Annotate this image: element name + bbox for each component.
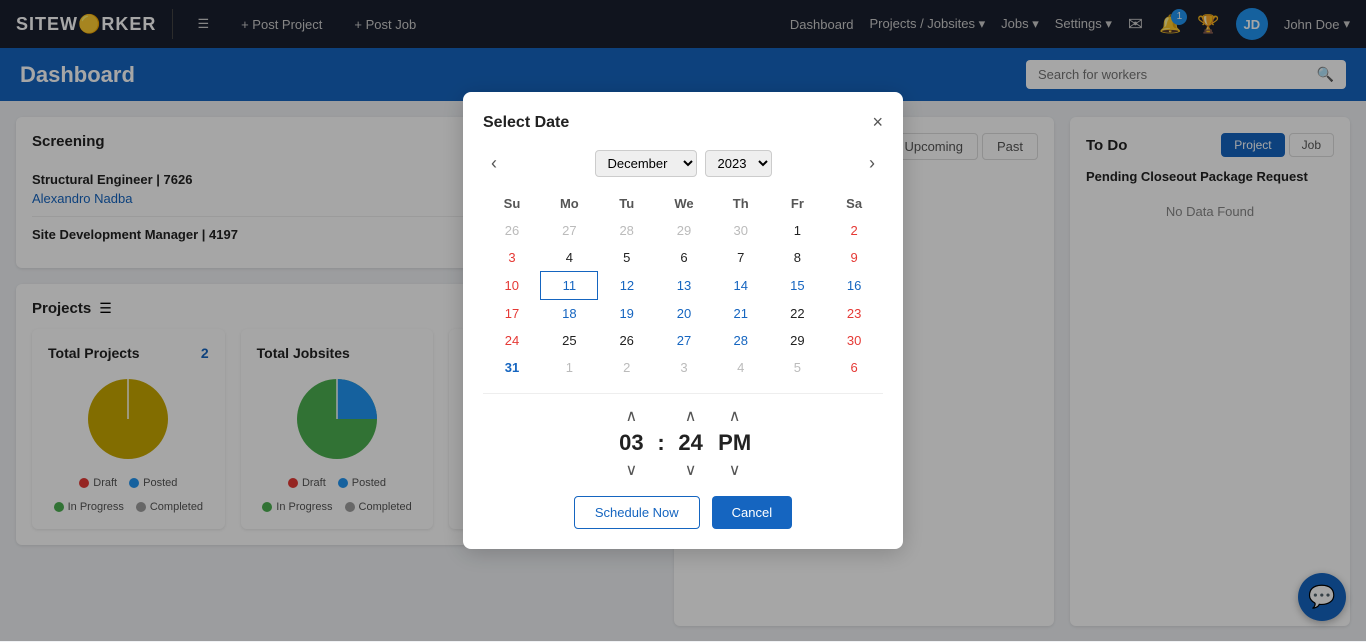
cal-day[interactable]: 26 (483, 217, 541, 244)
cal-day[interactable]: 1 (769, 217, 826, 244)
cal-day[interactable]: 28 (712, 327, 769, 354)
hours-down-button[interactable]: ∨ (625, 460, 637, 480)
cal-day[interactable]: 5 (769, 354, 826, 381)
year-select[interactable]: 20202021202220232024 (705, 150, 772, 177)
cal-day[interactable]: 21 (712, 300, 769, 328)
cal-day[interactable]: 2 (826, 217, 883, 244)
cal-day[interactable]: 4 (541, 244, 598, 272)
cal-day[interactable]: 15 (769, 272, 826, 300)
modal-overlay[interactable]: Select Date × ‹ JanuaryFebruaryMarchApri… (0, 0, 1366, 641)
minutes-down-button[interactable]: ∨ (685, 460, 697, 480)
cancel-button[interactable]: Cancel (712, 496, 792, 529)
cal-day[interactable]: 27 (541, 217, 598, 244)
day-header-su: Su (483, 190, 541, 217)
cal-day[interactable]: 29 (769, 327, 826, 354)
cal-day-today[interactable]: 11 (541, 272, 598, 300)
calendar-week-6: 31 1 2 3 4 5 6 (483, 354, 883, 381)
cal-day[interactable]: 20 (656, 300, 713, 328)
calendar-week-5: 24 25 26 27 28 29 30 (483, 327, 883, 354)
cal-day[interactable]: 24 (483, 327, 541, 354)
calendar-week-3: 10 11 12 13 14 15 16 (483, 272, 883, 300)
cal-day[interactable]: 10 (483, 272, 541, 300)
cal-day[interactable]: 25 (541, 327, 598, 354)
cal-day[interactable]: 28 (598, 217, 656, 244)
cal-day[interactable]: 6 (656, 244, 713, 272)
calendar-week-1: 26 27 28 29 30 1 2 (483, 217, 883, 244)
date-picker-modal: Select Date × ‹ JanuaryFebruaryMarchApri… (463, 92, 903, 549)
period-up-button[interactable]: ∧ (729, 406, 741, 426)
time-colon: : (657, 430, 664, 456)
day-header-sa: Sa (826, 190, 883, 217)
calendar-week-2: 3 4 5 6 7 8 9 (483, 244, 883, 272)
cal-day[interactable]: 7 (712, 244, 769, 272)
modal-footer: Schedule Now Cancel (483, 496, 883, 529)
hours-up-button[interactable]: ∧ (625, 406, 637, 426)
modal-close-button[interactable]: × (872, 112, 883, 133)
cal-day[interactable]: 29 (656, 217, 713, 244)
period-down-button[interactable]: ∨ (729, 460, 741, 480)
period-value: PM (717, 430, 753, 456)
cal-day[interactable]: 1 (541, 354, 598, 381)
calendar-selects: JanuaryFebruaryMarchApril MayJuneJulyAug… (595, 150, 772, 177)
day-header-fr: Fr (769, 190, 826, 217)
cal-day[interactable]: 16 (826, 272, 883, 300)
schedule-now-button[interactable]: Schedule Now (574, 496, 700, 529)
cal-day-31[interactable]: 31 (483, 354, 541, 381)
cal-day[interactable]: 8 (769, 244, 826, 272)
calendar-prev-button[interactable]: ‹ (483, 149, 505, 178)
cal-day[interactable]: 23 (826, 300, 883, 328)
day-header-mo: Mo (541, 190, 598, 217)
cal-day[interactable]: 2 (598, 354, 656, 381)
cal-day[interactable]: 5 (598, 244, 656, 272)
calendar-grid: Su Mo Tu We Th Fr Sa 26 27 28 29 30 1 (483, 190, 883, 381)
hours-value: 03 (613, 430, 649, 456)
cal-day[interactable]: 9 (826, 244, 883, 272)
cal-day[interactable]: 30 (712, 217, 769, 244)
cal-day[interactable]: 22 (769, 300, 826, 328)
minutes-up-button[interactable]: ∧ (685, 406, 697, 426)
day-header-we: We (656, 190, 713, 217)
month-select[interactable]: JanuaryFebruaryMarchApril MayJuneJulyAug… (595, 150, 697, 177)
cal-day[interactable]: 14 (712, 272, 769, 300)
cal-day[interactable]: 26 (598, 327, 656, 354)
cal-day[interactable]: 13 (656, 272, 713, 300)
day-header-th: Th (712, 190, 769, 217)
calendar-next-button[interactable]: › (861, 149, 883, 178)
cal-day[interactable]: 27 (656, 327, 713, 354)
cal-day[interactable]: 18 (541, 300, 598, 328)
modal-header: Select Date × (483, 112, 883, 133)
cal-day[interactable]: 6 (826, 354, 883, 381)
minutes-col: ∧ 24 ∨ (673, 406, 709, 480)
hours-col: ∧ 03 ∨ (613, 406, 649, 480)
day-header-tu: Tu (598, 190, 656, 217)
cal-day[interactable]: 3 (656, 354, 713, 381)
modal-title: Select Date (483, 114, 569, 132)
calendar-nav: ‹ JanuaryFebruaryMarchApril MayJuneJulyA… (483, 149, 883, 178)
cal-day[interactable]: 30 (826, 327, 883, 354)
cal-day[interactable]: 17 (483, 300, 541, 328)
calendar-week-4: 17 18 19 20 21 22 23 (483, 300, 883, 328)
cal-day[interactable]: 12 (598, 272, 656, 300)
time-picker: ∧ 03 ∨ : ∧ 24 ∨ ∧ PM ∨ (483, 393, 883, 480)
period-col: ∧ PM ∨ (717, 406, 753, 480)
cal-day[interactable]: 4 (712, 354, 769, 381)
cal-day[interactable]: 3 (483, 244, 541, 272)
minutes-value: 24 (673, 430, 709, 456)
cal-day[interactable]: 19 (598, 300, 656, 328)
